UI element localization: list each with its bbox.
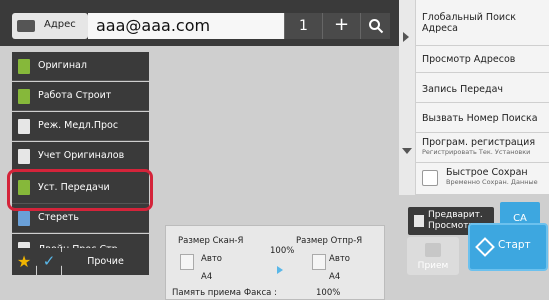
address-bar: Адрес aaa@aaa.com 1 + xyxy=(0,0,399,46)
search-icon xyxy=(369,19,384,34)
menu-item-original[interactable]: Оригинал xyxy=(12,52,149,81)
receive-label: Прием xyxy=(417,261,449,271)
add-address-button[interactable]: + xyxy=(322,13,360,39)
scan-settings-panel[interactable]: Размер Скан-Я Размер Отпр-Я 100% Авто Ав… xyxy=(165,225,385,300)
global-address-search-label: Глобальный Поиск Адреса xyxy=(422,12,517,34)
scan-size-mode: Авто xyxy=(201,254,222,264)
start-button[interactable]: Старт xyxy=(468,223,548,271)
selection-highlight xyxy=(7,169,153,211)
star-icon: ★ xyxy=(16,252,32,271)
fax-memory-value: 100% xyxy=(316,288,341,298)
address-count[interactable]: 1 xyxy=(284,13,322,39)
scan-paper-icon xyxy=(180,254,194,270)
expand-arrow-icon xyxy=(403,32,409,42)
menu-item-original-count[interactable]: Учет Оригиналов xyxy=(12,142,149,171)
start-label: Старт xyxy=(498,239,531,251)
search-button[interactable] xyxy=(360,13,390,39)
program-registration-label: Програм. регистрация xyxy=(422,137,536,148)
menu-item-label: Реж. Медл.Прос xyxy=(38,120,119,131)
send-paper-size: A4 xyxy=(329,272,341,282)
favorite-button[interactable]: ★ xyxy=(12,248,36,275)
receive-icon xyxy=(425,243,441,257)
menu-item-slow-scan[interactable]: Реж. Медл.Прос xyxy=(12,112,149,141)
send-record[interactable]: Запись Передач xyxy=(416,73,549,103)
right-action-panel: Глобальный Поиск Адреса Просмотр Адресов… xyxy=(399,0,549,195)
recall-search-number[interactable]: Вызвать Номер Поиска xyxy=(416,103,549,133)
original-icon xyxy=(18,59,30,74)
original-count-icon xyxy=(18,149,30,164)
keyboard-icon xyxy=(17,20,35,32)
program-registration-sublabel: Регистрировать Тек. Установки xyxy=(422,148,531,156)
panel-toggle[interactable] xyxy=(399,0,416,195)
preview-icon xyxy=(414,215,424,227)
menu-item-label: Оригинал xyxy=(38,60,87,71)
receive-button[interactable]: Прием xyxy=(407,237,459,275)
send-size-label: Размер Отпр-Я xyxy=(296,236,363,246)
scale-ratio: 100% xyxy=(270,246,295,256)
scan-size-label: Размер Скан-Я xyxy=(178,236,244,246)
menu-item-label: Стереть xyxy=(38,212,80,223)
arrow-right-icon xyxy=(277,266,283,274)
check-icon: ✓ xyxy=(42,252,56,270)
function-menu: Оригинал Работа Строит Реж. Медл.Прос Уч… xyxy=(12,46,149,276)
send-size-mode: Авто xyxy=(329,254,350,264)
scroll-down-icon[interactable] xyxy=(402,148,412,154)
start-icon xyxy=(475,237,495,257)
erase-icon xyxy=(18,211,30,226)
menu-item-job-build[interactable]: Работа Строит xyxy=(12,82,149,111)
quick-save[interactable]: Быстрое Сохран Временно Сохран. Данные xyxy=(416,163,549,195)
program-registration[interactable]: Програм. регистрация Регистрировать Тек.… xyxy=(416,133,549,163)
recall-search-number-label: Вызвать Номер Поиска xyxy=(422,113,538,124)
view-addresses-label: Просмотр Адресов xyxy=(422,54,516,65)
job-build-icon xyxy=(18,89,30,104)
address-button[interactable]: Адрес xyxy=(12,13,88,39)
send-paper-icon xyxy=(312,254,326,270)
address-button-label: Адрес xyxy=(44,19,76,30)
global-address-search[interactable]: Глобальный Поиск Адреса xyxy=(416,0,549,46)
send-record-label: Запись Передач xyxy=(422,84,504,95)
view-addresses[interactable]: Просмотр Адресов xyxy=(416,46,549,73)
quick-save-label: Быстрое Сохран xyxy=(446,167,528,178)
menu-item-label: Учет Оригиналов xyxy=(38,150,125,161)
fax-memory-label: Память приема Факса : xyxy=(172,288,277,298)
scan-paper-size: A4 xyxy=(201,272,213,282)
address-value: aaa@aaa.com xyxy=(96,16,211,35)
quick-save-sublabel: Временно Сохран. Данные xyxy=(446,178,538,186)
address-input[interactable]: aaa@aaa.com xyxy=(88,13,284,39)
confirm-button[interactable]: ✓ xyxy=(37,248,61,275)
slow-scan-icon xyxy=(18,119,30,134)
others-button[interactable]: Прочие xyxy=(62,248,149,275)
menu-item-label: Работа Строит xyxy=(38,90,112,101)
quick-save-checkbox[interactable] xyxy=(422,170,438,186)
